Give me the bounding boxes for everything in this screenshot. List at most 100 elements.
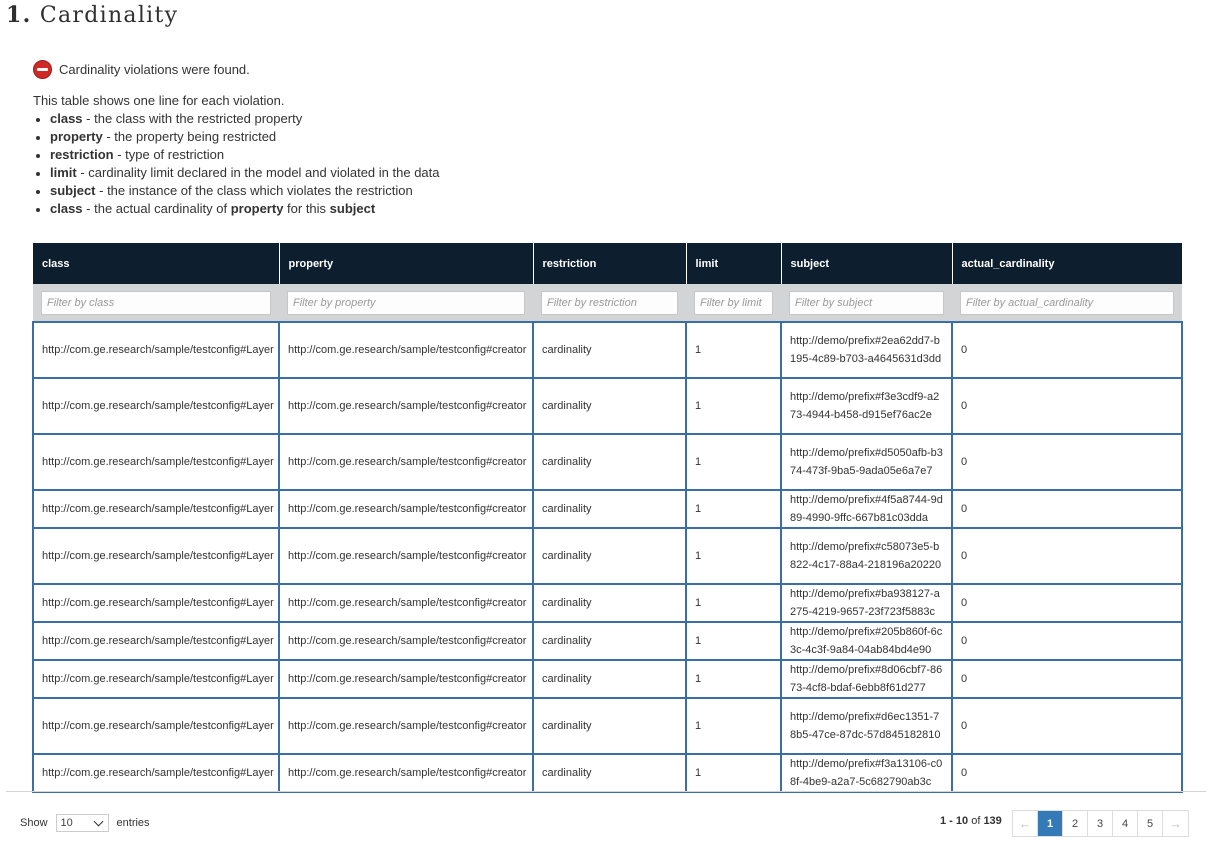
table-bottom-divider: [6, 791, 1206, 792]
table-row[interactable]: http://com.ge.research/sample/testconfig…: [32, 754, 1183, 793]
chevron-down-icon: [93, 816, 103, 826]
table-filter-row: [33, 284, 1182, 322]
cell-actual-cardinality: 0: [951, 660, 1183, 699]
page-button-2[interactable]: 2: [1063, 811, 1088, 836]
table-row[interactable]: http://com.ge.research/sample/testconfig…: [32, 434, 1183, 491]
cell-class: http://com.ge.research/sample/testconfig…: [32, 528, 280, 585]
cell-limit: 1: [685, 321, 782, 379]
info-range: 1 - 10: [940, 815, 969, 827]
cell-property: http://com.ge.research/sample/testconfig…: [278, 321, 534, 379]
legend-desc: - the actual cardinality of: [82, 201, 231, 216]
cell-actual-cardinality: 0: [951, 584, 1183, 623]
cell-restriction: cardinality: [532, 321, 687, 379]
cell-restriction: cardinality: [532, 622, 687, 661]
cell-subject: http://demo/prefix#f3e3cdf9-a273-4944-b4…: [780, 378, 953, 435]
section-title: Cardinality: [39, 3, 179, 28]
filter-actual-cardinality-input[interactable]: [960, 290, 1174, 315]
cell-property: http://com.ge.research/sample/testconfig…: [278, 378, 534, 435]
legend-item-limit: limit - cardinality limit declared in th…: [36, 164, 733, 182]
table-info: 1 - 10 of 139: [940, 815, 1002, 827]
legend-term: property: [50, 129, 103, 144]
cell-property: http://com.ge.research/sample/testconfig…: [278, 584, 534, 623]
filter-cell: [686, 284, 781, 322]
cell-subject: http://demo/prefix#4f5a8744-9d89-4990-9f…: [780, 490, 953, 529]
legend-item-subject: subject - the instance of the class whic…: [36, 182, 733, 200]
cell-restriction: cardinality: [532, 584, 687, 623]
column-legend-list: class - the class with the restricted pr…: [33, 110, 733, 218]
table-row[interactable]: http://com.ge.research/sample/testconfig…: [32, 584, 1183, 623]
legend-term: property: [230, 201, 284, 216]
legend-desc: for this: [283, 201, 330, 216]
legend-term: subject: [50, 183, 96, 198]
column-header-class[interactable]: class: [33, 243, 280, 284]
cell-restriction: cardinality: [532, 490, 687, 529]
cell-property: http://com.ge.research/sample/testconfig…: [278, 490, 534, 529]
filter-cell: [781, 284, 952, 322]
filter-cell: [952, 284, 1182, 322]
legend-desc: - the property being restricted: [102, 129, 277, 144]
cell-actual-cardinality: 0: [951, 528, 1183, 585]
cell-subject: http://demo/prefix#d5050afb-b374-473f-9b…: [780, 434, 953, 491]
page-button-3[interactable]: 3: [1088, 811, 1113, 836]
table-row[interactable]: http://com.ge.research/sample/testconfig…: [32, 660, 1183, 699]
violation-alert: Cardinality violations were found.: [33, 59, 250, 79]
cell-actual-cardinality: 0: [951, 490, 1183, 529]
cell-restriction: cardinality: [532, 754, 687, 793]
violations-table-container: class property restriction limit subject…: [32, 243, 1183, 793]
cell-restriction: cardinality: [532, 378, 687, 435]
cell-limit: 1: [685, 698, 782, 755]
show-label: Show: [20, 817, 48, 829]
legend-term: limit: [50, 165, 77, 180]
entries-label: entries: [116, 817, 150, 829]
table-row[interactable]: http://com.ge.research/sample/testconfig…: [32, 622, 1183, 661]
entries-per-page-value: 10: [60, 817, 73, 829]
filter-class-input[interactable]: [41, 290, 271, 315]
filter-cell: [33, 284, 279, 322]
filter-cell: [279, 284, 533, 322]
info-of-label: of: [968, 815, 984, 827]
cell-subject: http://demo/prefix#f3a13106-c08f-4be9-a2…: [780, 754, 953, 793]
legend-desc: - the instance of the class which violat…: [95, 183, 413, 198]
legend-item-restriction: restriction - type of restriction: [36, 146, 733, 164]
table-row[interactable]: http://com.ge.research/sample/testconfig…: [32, 378, 1183, 435]
page-button-1[interactable]: 1: [1038, 811, 1063, 836]
column-header-restriction[interactable]: restriction: [533, 243, 687, 284]
section-number: 1.: [6, 2, 32, 28]
description-lead: This table shows one line for each viola…: [33, 93, 285, 108]
column-header-subject[interactable]: subject: [781, 243, 953, 284]
filter-restriction-input[interactable]: [541, 290, 678, 315]
cell-property: http://com.ge.research/sample/testconfig…: [278, 622, 534, 661]
legend-term: class: [50, 201, 83, 216]
column-header-property[interactable]: property: [279, 243, 534, 284]
table-row[interactable]: http://com.ge.research/sample/testconfig…: [32, 698, 1183, 755]
legend-desc: - cardinality limit declared in the mode…: [76, 165, 440, 180]
cell-actual-cardinality: 0: [951, 321, 1183, 379]
page-button-4[interactable]: 4: [1113, 811, 1138, 836]
cell-class: http://com.ge.research/sample/testconfig…: [32, 754, 280, 793]
entries-per-page-select[interactable]: 10: [55, 814, 109, 832]
page-button-5[interactable]: 5: [1138, 811, 1163, 836]
previous-page-button[interactable]: ←: [1013, 811, 1038, 836]
cell-property: http://com.ge.research/sample/testconfig…: [278, 660, 534, 699]
cell-class: http://com.ge.research/sample/testconfig…: [32, 622, 280, 661]
legend-term: class: [50, 111, 83, 126]
next-page-button[interactable]: →: [1163, 811, 1188, 836]
cell-actual-cardinality: 0: [951, 434, 1183, 491]
cell-actual-cardinality: 0: [951, 698, 1183, 755]
legend-item-actual-cardinality: class - the actual cardinality of proper…: [36, 200, 733, 218]
cell-limit: 1: [685, 660, 782, 699]
filter-property-input[interactable]: [287, 290, 525, 315]
legend-term: restriction: [50, 147, 114, 162]
cell-limit: 1: [685, 490, 782, 529]
cell-subject: http://demo/prefix#8d06cbf7-8673-4cf8-bd…: [780, 660, 953, 699]
table-row[interactable]: http://com.ge.research/sample/testconfig…: [32, 528, 1183, 585]
column-header-actual-cardinality[interactable]: actual_cardinality: [952, 243, 1182, 284]
filter-limit-input[interactable]: [694, 290, 773, 315]
column-header-limit[interactable]: limit: [686, 243, 782, 284]
table-row[interactable]: http://com.ge.research/sample/testconfig…: [32, 490, 1183, 529]
violations-table: class property restriction limit subject…: [32, 243, 1183, 793]
legend-item-property: property - the property being restricted: [36, 128, 733, 146]
filter-subject-input[interactable]: [789, 290, 944, 315]
table-row[interactable]: http://com.ge.research/sample/testconfig…: [32, 321, 1183, 379]
cell-subject: http://demo/prefix#205b860f-6c3c-4c3f-9a…: [780, 622, 953, 661]
